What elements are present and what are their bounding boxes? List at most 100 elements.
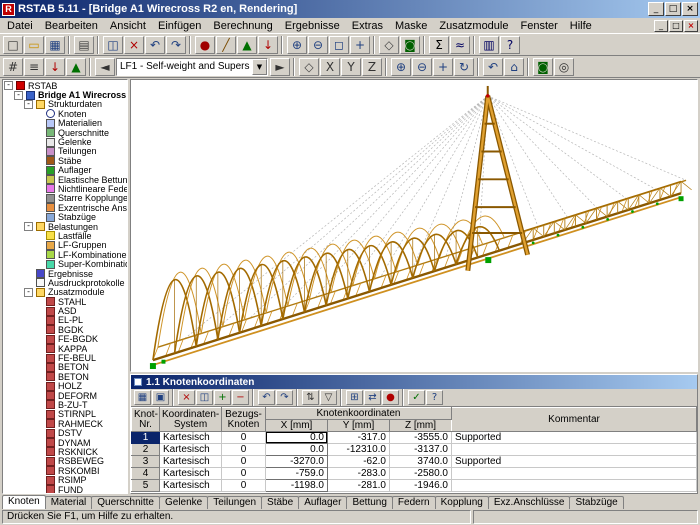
tree-item-lastf-lle[interactable]: Lastfälle [4, 231, 127, 240]
tree-item-ergebnisse[interactable]: Ergebnisse [4, 269, 127, 278]
cell-y[interactable]: -12310.0 [328, 444, 390, 456]
tree-item-stirnpl[interactable]: STIRNPL [4, 410, 127, 419]
tab-st-be[interactable]: Stäbe [261, 496, 299, 509]
cell-y[interactable]: -283.0 [328, 468, 390, 480]
tab-exz-anschl-sse[interactable]: Exz.Anschlüsse [488, 496, 571, 509]
tree-item-asd[interactable]: ASD [4, 306, 127, 315]
cell-reference-node[interactable]: 0 [222, 468, 266, 480]
tree-item-holz[interactable]: HOLZ [4, 382, 127, 391]
cell-comment[interactable]: Supported [452, 432, 697, 444]
tab-federn[interactable]: Federn [392, 496, 436, 509]
cell-comment[interactable]: Supported [452, 456, 697, 468]
menu-ansicht[interactable]: Ansicht [104, 19, 152, 33]
cell-reference-node[interactable]: 0 [222, 432, 266, 444]
tree-item-rsknick[interactable]: RSKNICK [4, 447, 127, 456]
menu-einf-gen[interactable]: Einfügen [152, 19, 207, 33]
table-help-button[interactable]: ? [426, 390, 443, 405]
tree-item-teilungen[interactable]: Teilungen [4, 147, 127, 156]
results-button[interactable]: ≈ [450, 36, 470, 54]
wireframe-view-button[interactable]: ◇ [379, 36, 399, 54]
undo-table-button[interactable]: ↶ [258, 390, 275, 405]
tree-item-fund[interactable]: FUND [4, 485, 127, 494]
open-file-button[interactable]: ▭ [24, 36, 44, 54]
expand-toggle[interactable]: - [24, 100, 33, 109]
redo-button[interactable]: ↷ [166, 36, 186, 54]
cell-x[interactable]: 0.0 [266, 444, 328, 456]
cell-coordinate-system[interactable]: Kartesisch [160, 480, 222, 492]
3d-view[interactable] [130, 79, 698, 372]
mdi-close-button[interactable]: × [684, 20, 698, 32]
tab-kopplung[interactable]: Kopplung [435, 496, 489, 509]
tab-material[interactable]: Material [45, 496, 93, 509]
cell-reference-node[interactable]: 0 [222, 480, 266, 492]
cell-y[interactable]: -317.0 [328, 432, 390, 444]
tree-item-dstv[interactable]: DSTV [4, 428, 127, 437]
show-member-numbers-toggle[interactable]: ≡ [24, 58, 44, 76]
zoom-out-view-button[interactable]: ⊖ [412, 58, 432, 76]
render-mode-button[interactable]: ◙ [533, 58, 553, 76]
show-node-numbers-toggle[interactable]: # [3, 58, 23, 76]
delete-row-button[interactable]: − [232, 390, 249, 405]
minimize-button[interactable]: _ [648, 2, 664, 16]
print-button[interactable]: ▤ [74, 36, 94, 54]
cell-reference-node[interactable]: 0 [222, 456, 266, 468]
tree-item-rahmeck[interactable]: RAHMECK [4, 419, 127, 428]
rotate-view-button[interactable]: ↻ [454, 58, 474, 76]
tree-item-elastische-bettungen[interactable]: Elastische Bettungen [4, 175, 127, 184]
insert-row-button[interactable]: + [214, 390, 231, 405]
move-view-button[interactable]: + [433, 58, 453, 76]
expand-toggle[interactable]: - [24, 222, 33, 231]
render-view-button[interactable]: ◙ [400, 36, 420, 54]
row-header-cell[interactable]: 1 [132, 432, 160, 444]
zoom-in-button[interactable]: ⊕ [287, 36, 307, 54]
row-header-cell[interactable]: 4 [132, 468, 160, 480]
zoom-in-view-button[interactable]: ⊕ [391, 58, 411, 76]
previous-loadcase-button[interactable]: ◄ [95, 58, 115, 76]
cell-z[interactable]: -1946.0 [390, 480, 452, 492]
tree-item-lf-gruppen[interactable]: LF-Gruppen [4, 241, 127, 250]
cell-x[interactable]: -3270.0 [266, 456, 328, 468]
tree-item-rsimp[interactable]: RSIMP [4, 475, 127, 484]
tree-item-rsbeweg[interactable]: RSBEWEG [4, 457, 127, 466]
tree-item-deform[interactable]: DEFORM [4, 391, 127, 400]
cut-row-button[interactable]: × [178, 390, 195, 405]
row-header-cell[interactable]: 3 [132, 456, 160, 468]
show-all-button[interactable]: ⌂ [504, 58, 524, 76]
cell-x[interactable]: 0.0 [266, 432, 328, 444]
tab-auflager[interactable]: Auflager [298, 496, 347, 509]
menu-zusatzmodule[interactable]: Zusatzmodule [433, 19, 514, 33]
cell-reference-node[interactable]: 0 [222, 444, 266, 456]
tree-item-rstab[interactable]: -RSTAB [4, 81, 127, 90]
loadcase-combo[interactable]: LF1 - Self-weight and Supers ▼ [116, 58, 268, 76]
table-list-button[interactable]: ▦ [134, 390, 151, 405]
tree-item-dynam[interactable]: DYNAM [4, 438, 127, 447]
menu-maske[interactable]: Maske [389, 19, 433, 33]
select-in-graphic-button[interactable]: ⊞ [346, 390, 363, 405]
tree-item-querschnitte[interactable]: Querschnitte [4, 128, 127, 137]
cell-comment[interactable] [452, 444, 697, 456]
tree-item-materialien[interactable]: Materialien [4, 119, 127, 128]
tree-item-fe-bgdk[interactable]: FE-BGDK [4, 335, 127, 344]
cell-coordinate-system[interactable]: Kartesisch [160, 444, 222, 456]
tree-item-exzentrische-anschl-sse[interactable]: Exzentrische Anschlüsse [4, 203, 127, 212]
sync-graphic-button[interactable]: ⇄ [364, 390, 381, 405]
restore-button[interactable]: □ [665, 2, 681, 16]
new-load-button[interactable]: ↓ [258, 36, 278, 54]
redo-table-button[interactable]: ↷ [276, 390, 293, 405]
tree-item-starre-kopplungen[interactable]: Starre Kopplungen [4, 194, 127, 203]
menu-fenster[interactable]: Fenster [514, 19, 563, 33]
tree-item-el-pl[interactable]: EL-PL [4, 316, 127, 325]
menu-berechnung[interactable]: Berechnung [207, 19, 278, 33]
cell-comment[interactable] [452, 468, 697, 480]
cell-y[interactable]: -62.0 [328, 456, 390, 468]
calculate-button[interactable]: Σ [429, 36, 449, 54]
cell-z[interactable]: -3555.0 [390, 432, 452, 444]
isometric-view-button[interactable]: ◇ [299, 58, 319, 76]
tree-item-auflager[interactable]: Auflager [4, 166, 127, 175]
jump-to-node-button[interactable]: ● [382, 390, 399, 405]
row-header-cell[interactable]: 5 [132, 480, 160, 492]
new-member-button[interactable]: ╱ [216, 36, 236, 54]
expand-toggle[interactable]: - [14, 91, 23, 100]
tab-teilungen[interactable]: Teilungen [207, 496, 262, 509]
zoom-out-button[interactable]: ⊖ [308, 36, 328, 54]
